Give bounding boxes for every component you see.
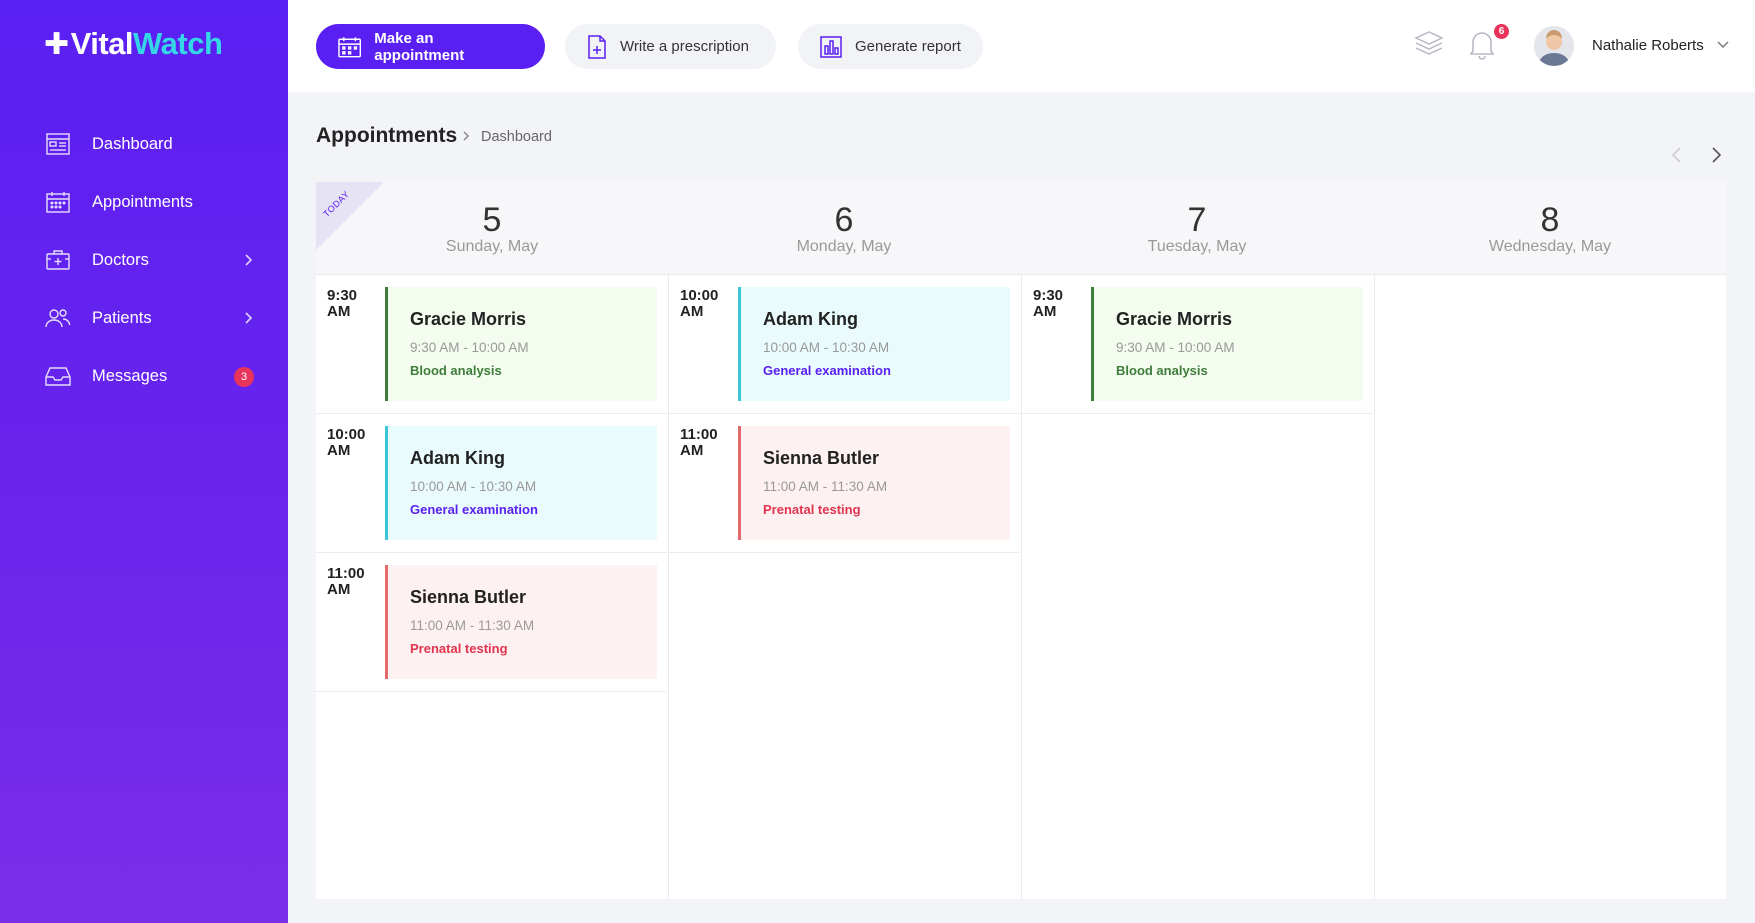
user-name[interactable]: Nathalie Roberts xyxy=(1592,37,1704,54)
patient-name: Sienna Butler xyxy=(763,448,880,468)
topbar: Make an appointment Write a prescription… xyxy=(288,0,1755,92)
chevron-right-icon xyxy=(463,131,470,141)
appointment-type: General examination xyxy=(410,502,538,517)
slot-time: 11:00 AM xyxy=(327,565,365,598)
appointment-time-range: 9:30 AM - 10:00 AM xyxy=(410,340,529,355)
appointment-type: Blood analysis xyxy=(1116,363,1208,378)
calendar-icon xyxy=(338,36,362,57)
appointment-type: Prenatal testing xyxy=(763,502,861,517)
appointment-time-range: 9:30 AM - 10:00 AM xyxy=(1116,340,1235,355)
appointment-time-range: 10:00 AM - 10:30 AM xyxy=(763,340,890,355)
sidebar: ✚ Vital Watch Dashboard Appointments Doct… xyxy=(0,0,288,923)
day-label: Tuesday, May xyxy=(1147,238,1247,255)
bar-chart-icon xyxy=(820,35,842,58)
sidebar-item-appointments[interactable]: Appointments xyxy=(0,173,288,231)
patient-name: Adam King xyxy=(410,448,506,468)
brand-logo[interactable]: ✚ Vital Watch xyxy=(44,26,223,62)
slot-time: 10:00 AM xyxy=(680,287,719,320)
generate-report-label: Generate report xyxy=(855,38,961,55)
sidebar-item-patients[interactable]: Patients xyxy=(0,289,288,347)
time-slot: 11:00 AM Sienna Butler 11:00 AM - 11:30 A… xyxy=(669,414,1020,553)
slot-time: 10:00 AM xyxy=(327,426,366,459)
sidebar-nav: Dashboard Appointments Doctors Patients xyxy=(0,115,288,405)
slot-time: 11:00 AM xyxy=(680,426,718,459)
slot-time: 9:30 AM xyxy=(327,287,358,320)
day-header-3[interactable]: 7 Tuesday, May xyxy=(1021,202,1373,256)
document-plus-icon xyxy=(588,34,606,59)
appointment-type: Blood analysis xyxy=(410,363,502,378)
day-number: 5 xyxy=(482,201,502,239)
brand-prefix: Vital xyxy=(70,26,134,61)
appointment-type: Prenatal testing xyxy=(410,641,508,656)
appointment-time-range: 11:00 AM - 11:30 AM xyxy=(763,479,888,494)
generate-report-button[interactable]: Generate report xyxy=(798,24,983,69)
notification-badge: 6 xyxy=(1492,22,1511,41)
sidebar-item-label: Messages xyxy=(92,366,168,385)
time-slot: 9:30 AM Gracie Morris 9:30 AM - 10:00 AM … xyxy=(1022,275,1373,414)
users-icon xyxy=(45,306,71,330)
day-label: Sunday, May xyxy=(445,238,539,255)
week-calendar: TODAY 5 Sunday, May 6 Monday, May 7 Tues… xyxy=(316,182,1726,899)
sidebar-item-dashboard[interactable]: Dashboard xyxy=(0,115,288,173)
sidebar-item-label: Appointments xyxy=(92,192,193,211)
patient-name: Adam King xyxy=(763,309,859,329)
chevron-right-icon xyxy=(245,312,253,324)
day-label: Monday, May xyxy=(796,238,892,255)
page-title: Appointments xyxy=(316,124,458,147)
user-avatar-icon xyxy=(1534,26,1574,66)
slot-time: 9:30 AM xyxy=(1033,287,1064,320)
appointment-time-range: 11:00 AM - 11:30 AM xyxy=(410,618,535,633)
chevron-down-icon[interactable] xyxy=(1716,39,1730,51)
appointment-card[interactable]: Gracie Morris 9:30 AM - 10:00 AM Blood a… xyxy=(1091,287,1363,401)
day-number: 6 xyxy=(834,201,854,239)
day-number: 8 xyxy=(1540,201,1560,239)
appointment-time-range: 10:00 AM - 10:30 AM xyxy=(410,479,537,494)
layers-icon[interactable] xyxy=(1414,30,1444,56)
write-prescription-label: Write a prescription xyxy=(620,38,749,55)
messages-badge: 3 xyxy=(234,367,254,387)
column-divider xyxy=(1374,275,1375,899)
day-header-1[interactable]: 5 Sunday, May xyxy=(316,202,668,256)
breadcrumb-dashboard-link[interactable]: Dashboard xyxy=(481,129,552,145)
make-appointment-label: Make an appointment xyxy=(374,29,465,64)
day-number: 7 xyxy=(1187,201,1207,239)
prev-week-icon[interactable] xyxy=(1670,145,1684,165)
patient-name: Sienna Butler xyxy=(410,587,527,607)
calendar-icon xyxy=(45,190,71,214)
appointment-type: General examination xyxy=(763,363,891,378)
time-slot: 9:30 AM Gracie Morris 9:30 AM - 10:00 AM … xyxy=(316,275,667,414)
chevron-right-icon xyxy=(245,254,253,266)
appointment-card[interactable]: Sienna Butler 11:00 AM - 11:30 AM Prenat… xyxy=(738,426,1010,540)
patient-name: Gracie Morris xyxy=(1116,309,1233,329)
appointment-card[interactable]: Sienna Butler 11:00 AM - 11:30 AM Prenat… xyxy=(385,565,657,679)
dashboard-icon xyxy=(45,132,71,156)
write-prescription-button[interactable]: Write a prescription xyxy=(565,24,776,69)
appointment-card[interactable]: Gracie Morris 9:30 AM - 10:00 AM Blood a… xyxy=(385,287,657,401)
plus-icon: ✚ xyxy=(44,27,69,61)
day-header-2[interactable]: 6 Monday, May xyxy=(668,202,1020,256)
sidebar-item-doctors[interactable]: Doctors xyxy=(0,231,288,289)
make-appointment-button[interactable]: Make an appointment xyxy=(316,24,545,69)
avatar[interactable] xyxy=(1534,26,1574,66)
sidebar-item-label: Patients xyxy=(92,308,152,327)
sidebar-item-label: Doctors xyxy=(92,250,149,269)
next-week-icon[interactable] xyxy=(1709,145,1723,165)
brand-suffix: Watch xyxy=(133,26,223,61)
time-slot: 10:00 AM Adam King 10:00 AM - 10:30 AM Ge… xyxy=(669,275,1020,414)
time-slot: 11:00 AM Sienna Butler 11:00 AM - 11:30 A… xyxy=(316,553,667,692)
patient-name: Gracie Morris xyxy=(410,309,527,329)
day-header-4[interactable]: 8 Wednesday, May xyxy=(1374,202,1726,256)
briefcase-medical-icon xyxy=(45,248,71,272)
appointment-card[interactable]: Adam King 10:00 AM - 10:30 AM General ex… xyxy=(385,426,657,540)
sidebar-item-label: Dashboard xyxy=(92,134,173,153)
appointment-card[interactable]: Adam King 10:00 AM - 10:30 AM General ex… xyxy=(738,287,1010,401)
day-label: Wednesday, May xyxy=(1488,238,1612,255)
calendar-header: TODAY 5 Sunday, May 6 Monday, May 7 Tues… xyxy=(316,182,1726,275)
sidebar-item-messages[interactable]: Messages 3 xyxy=(0,347,288,405)
inbox-icon xyxy=(45,364,71,388)
time-slot: 10:00 AM Adam King 10:00 AM - 10:30 AM Ge… xyxy=(316,414,667,553)
